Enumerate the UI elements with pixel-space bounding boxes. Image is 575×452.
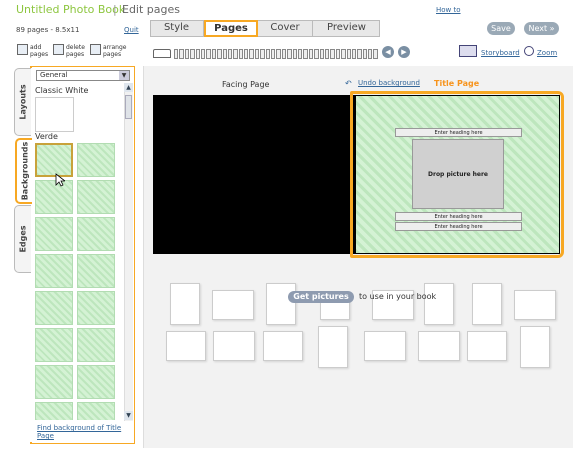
- photo-placeholder: [263, 331, 303, 361]
- swatch-classic-white[interactable]: [35, 97, 74, 132]
- background-swatch[interactable]: [35, 365, 73, 399]
- category-dropdown[interactable]: General ▼: [36, 70, 130, 81]
- pages-info: 89 pages - 8.5x11: [16, 26, 80, 34]
- background-swatch[interactable]: [35, 291, 73, 325]
- add-pages-button[interactable]: add pages: [17, 42, 53, 60]
- prev-page-icon[interactable]: ◀: [382, 46, 394, 58]
- side-tab-layouts[interactable]: Layouts: [14, 68, 31, 136]
- tab-style[interactable]: Style: [150, 20, 204, 37]
- storyboard-link[interactable]: Storyboard: [481, 49, 520, 57]
- zoom-icon[interactable]: [524, 46, 534, 56]
- photo-placeholder: [514, 290, 556, 320]
- scroll-down-icon[interactable]: ▼: [124, 411, 133, 420]
- panel-scrollbar[interactable]: [124, 83, 133, 421]
- background-swatch[interactable]: [35, 328, 73, 362]
- photo-placeholder: [520, 326, 550, 368]
- page-thumbnails-strip[interactable]: [174, 49, 378, 59]
- photo-placeholder: [213, 331, 255, 361]
- heading-field-top[interactable]: Enter heading here: [395, 128, 522, 137]
- photo-placeholder: [418, 331, 460, 361]
- add-pages-icon: [17, 44, 28, 55]
- next-button[interactable]: Next »: [524, 22, 559, 35]
- storyboard-icon[interactable]: [459, 45, 477, 57]
- get-pictures-button[interactable]: Get pictures: [288, 291, 354, 303]
- side-tab-edges-label: Edges: [18, 225, 28, 253]
- background-swatch[interactable]: [77, 328, 115, 362]
- how-to-link[interactable]: How to: [436, 6, 461, 14]
- background-swatch-grid: [35, 143, 117, 420]
- arrange-pages-label: arrange pages: [103, 44, 127, 58]
- category-dropdown-value: General: [40, 71, 68, 79]
- find-background-link[interactable]: Find background of Title Page: [37, 424, 123, 440]
- zoom-link[interactable]: Zoom: [537, 49, 557, 57]
- background-swatch[interactable]: [35, 180, 73, 214]
- undo-background-link[interactable]: Undo background: [358, 79, 420, 87]
- photo-placeholder: [170, 283, 200, 325]
- background-swatch[interactable]: [35, 217, 73, 251]
- photo-placeholder: [364, 331, 406, 361]
- app-title: Untitled Photo Book: [16, 3, 126, 16]
- photo-placeholder: [318, 326, 348, 368]
- background-swatch[interactable]: [35, 254, 73, 288]
- scroll-up-icon[interactable]: ▲: [124, 83, 133, 92]
- background-swatch[interactable]: [35, 143, 73, 177]
- chevron-down-icon: ▼: [119, 71, 129, 80]
- book-icon: [153, 49, 171, 58]
- tab-pages[interactable]: Pages: [204, 20, 258, 37]
- facing-page[interactable]: [154, 96, 354, 253]
- photo-placeholder: [424, 283, 454, 325]
- undo-icon[interactable]: ↶: [345, 79, 352, 88]
- delete-pages-button[interactable]: delete pages: [53, 42, 89, 60]
- picture-drop-zone[interactable]: Drop picture here: [412, 139, 504, 209]
- background-swatch[interactable]: [77, 217, 115, 251]
- tab-cover[interactable]: Cover: [258, 20, 313, 37]
- photo-placeholder: [472, 283, 502, 325]
- facing-page-label: Facing Page: [222, 80, 270, 89]
- background-swatch[interactable]: [77, 143, 115, 177]
- side-tab-edges[interactable]: Edges: [14, 205, 31, 273]
- scroll-thumb[interactable]: [125, 95, 132, 119]
- photo-placeholder: [212, 290, 254, 320]
- arrange-pages-button[interactable]: arrange pages: [90, 42, 130, 60]
- next-page-icon[interactable]: ▶: [398, 46, 410, 58]
- title-separator: |: [113, 3, 117, 16]
- background-swatch[interactable]: [77, 180, 115, 214]
- arrange-pages-icon: [90, 44, 101, 55]
- background-swatch[interactable]: [77, 291, 115, 325]
- photo-placeholder: [320, 300, 350, 320]
- side-tab-backgrounds-label: Backgrounds: [20, 141, 29, 201]
- photo-placeholder: [266, 283, 296, 325]
- section-classic-white: Classic White: [35, 86, 89, 95]
- page-mode-label: Edit pages: [122, 3, 181, 16]
- mouse-cursor-icon: [55, 173, 65, 187]
- side-tab-layouts-label: Layouts: [18, 84, 28, 120]
- background-swatch[interactable]: [77, 254, 115, 288]
- background-swatch[interactable]: [77, 365, 115, 399]
- save-button[interactable]: Save: [487, 22, 515, 35]
- get-pictures-text: to use in your book: [359, 292, 437, 301]
- heading-field-bottom-2[interactable]: Enter heading here: [395, 222, 522, 231]
- title-page-label: Title Page: [434, 79, 480, 88]
- background-swatch[interactable]: [35, 402, 73, 420]
- photo-placeholder: [166, 331, 206, 361]
- quit-link[interactable]: Quit: [124, 26, 139, 34]
- heading-field-bottom-1[interactable]: Enter heading here: [395, 212, 522, 221]
- tab-preview[interactable]: Preview: [313, 20, 380, 37]
- delete-pages-icon: [53, 44, 64, 55]
- photo-placeholder: [467, 331, 507, 361]
- background-swatch[interactable]: [77, 402, 115, 420]
- section-verde: Verde: [35, 132, 58, 141]
